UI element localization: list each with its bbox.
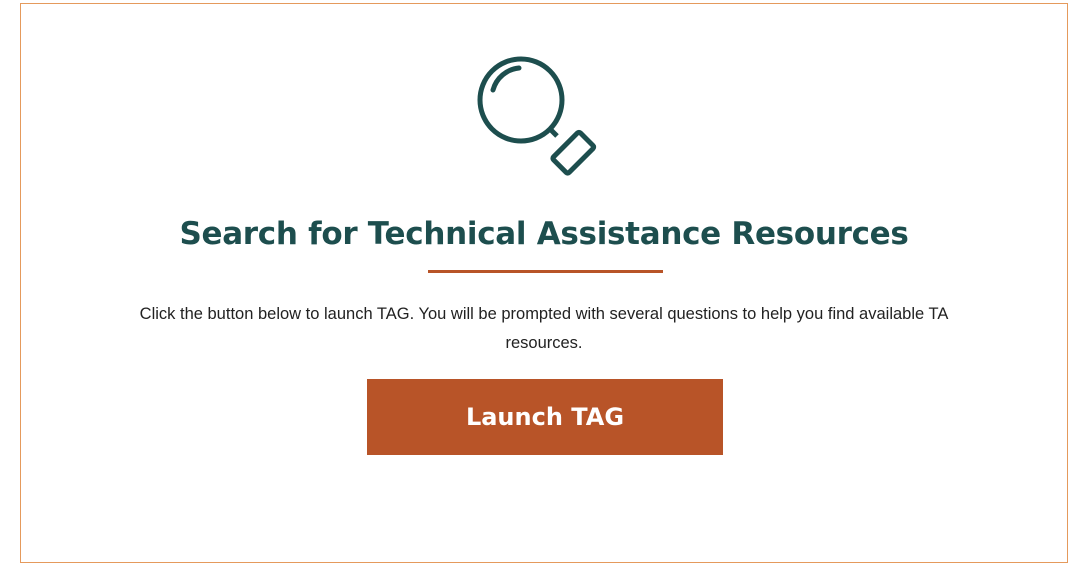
title-divider [428, 270, 663, 273]
description-text: Click the button below to launch TAG. Yo… [21, 300, 1067, 358]
magnifying-glass-icon [471, 50, 597, 176]
description-line-1: Click the button below to launch TAG. Yo… [139, 305, 949, 323]
search-card: Search for Technical Assistance Resource… [20, 3, 1068, 563]
description-line-2: resources. [505, 334, 583, 352]
launch-tag-button[interactable]: Launch TAG [367, 379, 723, 455]
page-title: Search for Technical Assistance Resource… [179, 216, 909, 252]
